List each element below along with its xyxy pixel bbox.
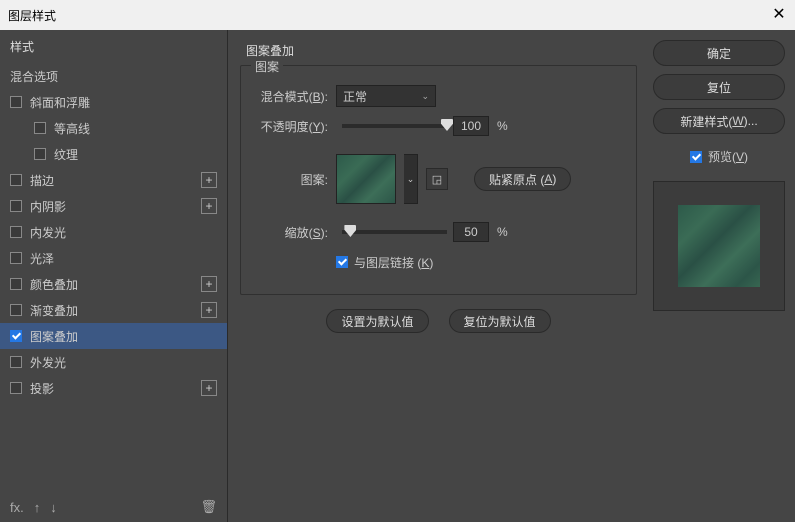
opacity-label: 不透明度(Y): xyxy=(251,118,336,135)
style-item-8[interactable]: 渐变叠加+ xyxy=(0,297,227,323)
style-item-1[interactable]: 等高线 xyxy=(0,115,227,141)
add-effect-icon[interactable]: + xyxy=(201,172,217,188)
opacity-value[interactable]: 100 xyxy=(453,116,489,136)
style-item-4[interactable]: 内阴影+ xyxy=(0,193,227,219)
style-label: 等高线 xyxy=(54,120,217,137)
add-effect-icon[interactable]: + xyxy=(201,198,217,214)
style-item-0[interactable]: 斜面和浮雕 xyxy=(0,89,227,115)
style-label: 颜色叠加 xyxy=(30,276,201,293)
styles-sidebar: 样式 混合选项 斜面和浮雕等高线纹理描边+内阴影+内发光光泽颜色叠加+渐变叠加+… xyxy=(0,30,228,522)
trash-icon[interactable]: 🗑 xyxy=(200,499,217,515)
preview-swatch xyxy=(678,205,760,287)
style-checkbox[interactable] xyxy=(10,200,22,212)
chevron-down-icon: ⌄ xyxy=(421,91,429,102)
window-title: 图层样式 xyxy=(8,7,56,24)
style-item-2[interactable]: 纹理 xyxy=(0,141,227,167)
pattern-picker-caret[interactable]: ⌄ xyxy=(404,154,418,204)
style-checkbox[interactable] xyxy=(10,356,22,368)
move-down-icon[interactable]: ↓ xyxy=(50,500,57,515)
style-label: 投影 xyxy=(30,380,201,397)
add-effect-icon[interactable]: + xyxy=(201,276,217,292)
scale-label: 缩放(S): xyxy=(251,224,336,241)
style-item-10[interactable]: 外发光 xyxy=(0,349,227,375)
style-checkbox[interactable] xyxy=(10,330,22,342)
add-effect-icon[interactable]: + xyxy=(201,302,217,318)
reset-button[interactable]: 复位 xyxy=(653,74,785,100)
style-label: 外发光 xyxy=(30,354,217,371)
style-label: 内发光 xyxy=(30,224,217,241)
style-checkbox[interactable] xyxy=(10,252,22,264)
style-label: 渐变叠加 xyxy=(30,302,201,319)
style-checkbox[interactable] xyxy=(34,122,46,134)
blend-mode-label: 混合模式(B): xyxy=(251,88,336,105)
add-effect-icon[interactable]: + xyxy=(201,380,217,396)
style-checkbox[interactable] xyxy=(10,174,22,186)
style-checkbox[interactable] xyxy=(10,226,22,238)
new-preset-icon[interactable]: ◲ xyxy=(426,168,448,190)
scale-value[interactable]: 50 xyxy=(453,222,489,242)
sidebar-header: 样式 xyxy=(0,30,227,63)
blending-options[interactable]: 混合选项 xyxy=(0,63,227,89)
style-checkbox[interactable] xyxy=(10,278,22,290)
style-label: 光泽 xyxy=(30,250,217,267)
new-style-button[interactable]: 新建样式(W)... xyxy=(653,108,785,134)
ok-button[interactable]: 确定 xyxy=(653,40,785,66)
style-item-9[interactable]: 图案叠加 xyxy=(0,323,227,349)
style-item-6[interactable]: 光泽 xyxy=(0,245,227,271)
fx-icon[interactable]: fx. xyxy=(10,500,24,515)
style-checkbox[interactable] xyxy=(10,382,22,394)
blend-mode-select[interactable]: 正常 ⌄ xyxy=(336,85,436,107)
group-legend: 图案 xyxy=(251,58,283,75)
preview-checkbox[interactable]: 预览(V) xyxy=(653,148,785,165)
preview-box xyxy=(653,181,785,311)
style-item-5[interactable]: 内发光 xyxy=(0,219,227,245)
snap-origin-button[interactable]: 贴紧原点 (A) xyxy=(474,167,571,191)
style-label: 内阴影 xyxy=(30,198,201,215)
scale-slider[interactable] xyxy=(342,230,447,234)
style-checkbox[interactable] xyxy=(34,148,46,160)
close-icon[interactable]: ✕ xyxy=(771,7,787,23)
style-label: 斜面和浮雕 xyxy=(30,94,217,111)
opacity-slider[interactable] xyxy=(342,124,447,128)
pattern-swatch[interactable] xyxy=(336,154,396,204)
reset-default-button[interactable]: 复位为默认值 xyxy=(449,309,551,333)
dialog-buttons: 确定 复位 新建样式(W)... 预览(V) xyxy=(649,30,795,522)
style-label: 描边 xyxy=(30,172,201,189)
style-item-3[interactable]: 描边+ xyxy=(0,167,227,193)
make-default-button[interactable]: 设置为默认值 xyxy=(326,309,428,333)
style-checkbox[interactable] xyxy=(10,96,22,108)
style-item-11[interactable]: 投影+ xyxy=(0,375,227,401)
style-label: 图案叠加 xyxy=(30,328,217,345)
link-with-layer-checkbox[interactable]: 与图层链接 (K) xyxy=(336,254,433,271)
options-panel: 图案叠加 图案 混合模式(B): 正常 ⌄ 不透明度(Y): 100 % 图案: xyxy=(228,30,649,522)
move-up-icon[interactable]: ↑ xyxy=(34,500,41,515)
style-item-7[interactable]: 颜色叠加+ xyxy=(0,271,227,297)
style-checkbox[interactable] xyxy=(10,304,22,316)
style-label: 纹理 xyxy=(54,146,217,163)
panel-title: 图案叠加 xyxy=(246,42,637,59)
pattern-label: 图案: xyxy=(251,171,336,188)
